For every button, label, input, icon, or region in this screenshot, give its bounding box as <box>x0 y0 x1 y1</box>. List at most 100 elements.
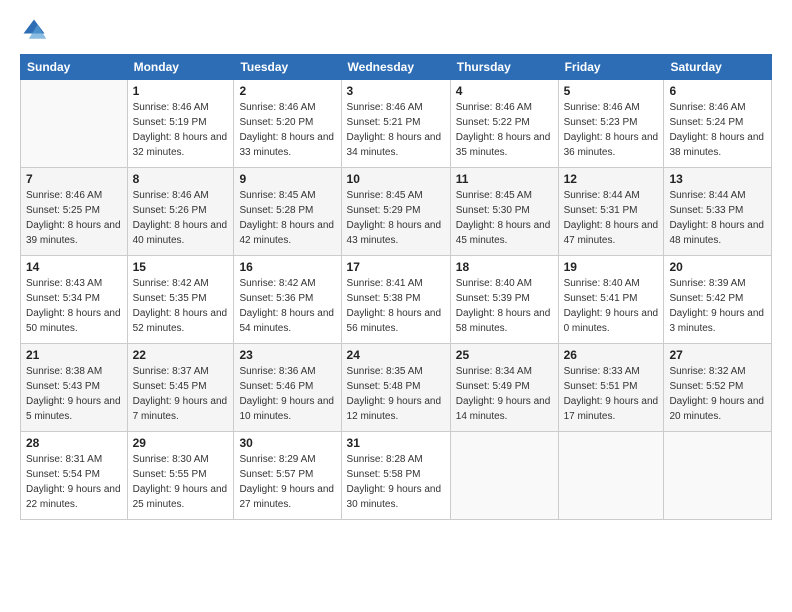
day-cell <box>558 432 664 520</box>
day-info: Sunrise: 8:40 AMSunset: 5:41 PMDaylight:… <box>564 276 659 336</box>
day-cell: 19 Sunrise: 8:40 AMSunset: 5:41 PMDayligh… <box>558 256 664 344</box>
day-info: Sunrise: 8:33 AMSunset: 5:51 PMDaylight:… <box>564 364 659 424</box>
day-number: 10 <box>347 172 445 186</box>
day-number: 8 <box>133 172 229 186</box>
header <box>20 16 772 44</box>
day-cell: 22 Sunrise: 8:37 AMSunset: 5:45 PMDayligh… <box>127 344 234 432</box>
day-number: 13 <box>669 172 766 186</box>
day-info: Sunrise: 8:30 AMSunset: 5:55 PMDaylight:… <box>133 452 229 512</box>
day-info: Sunrise: 8:38 AMSunset: 5:43 PMDaylight:… <box>26 364 122 424</box>
day-cell: 8 Sunrise: 8:46 AMSunset: 5:26 PMDaylight… <box>127 168 234 256</box>
day-info: Sunrise: 8:46 AMSunset: 5:26 PMDaylight:… <box>133 188 229 248</box>
day-number: 2 <box>239 84 335 98</box>
day-number: 31 <box>347 436 445 450</box>
day-cell: 2Sunrise: 8:46 AMSunset: 5:20 PMDaylight… <box>234 80 341 168</box>
day-cell: 11Sunrise: 8:45 AMSunset: 5:30 PMDayligh… <box>450 168 558 256</box>
day-cell: 17 Sunrise: 8:41 AMSunset: 5:38 PMDayligh… <box>341 256 450 344</box>
week-row-4: 21 Sunrise: 8:38 AMSunset: 5:43 PMDayligh… <box>21 344 772 432</box>
day-number: 27 <box>669 348 766 362</box>
day-cell: 21 Sunrise: 8:38 AMSunset: 5:43 PMDayligh… <box>21 344 128 432</box>
weekday-row: SundayMondayTuesdayWednesdayThursdayFrid… <box>21 55 772 80</box>
day-cell: 12 Sunrise: 8:44 AMSunset: 5:31 PMDayligh… <box>558 168 664 256</box>
day-cell <box>450 432 558 520</box>
day-number: 4 <box>456 84 553 98</box>
day-number: 6 <box>669 84 766 98</box>
weekday-header-monday: Monday <box>127 55 234 80</box>
week-row-1: 1 Sunrise: 8:46 AMSunset: 5:19 PMDaylight… <box>21 80 772 168</box>
weekday-header-thursday: Thursday <box>450 55 558 80</box>
day-info: Sunrise: 8:37 AMSunset: 5:45 PMDaylight:… <box>133 364 229 424</box>
day-cell: 6 Sunrise: 8:46 AMSunset: 5:24 PMDaylight… <box>664 80 772 168</box>
day-info: Sunrise: 8:32 AMSunset: 5:52 PMDaylight:… <box>669 364 766 424</box>
day-number: 19 <box>564 260 659 274</box>
day-cell: 3 Sunrise: 8:46 AMSunset: 5:21 PMDaylight… <box>341 80 450 168</box>
day-number: 5 <box>564 84 659 98</box>
day-info: Sunrise: 8:42 AMSunset: 5:36 PMDaylight:… <box>239 276 335 336</box>
day-number: 1 <box>133 84 229 98</box>
weekday-header-tuesday: Tuesday <box>234 55 341 80</box>
day-number: 12 <box>564 172 659 186</box>
day-info: Sunrise: 8:46 AMSunset: 5:23 PMDaylight:… <box>564 100 659 160</box>
day-cell: 1 Sunrise: 8:46 AMSunset: 5:19 PMDaylight… <box>127 80 234 168</box>
day-number: 21 <box>26 348 122 362</box>
day-cell: 30 Sunrise: 8:29 AMSunset: 5:57 PMDayligh… <box>234 432 341 520</box>
weekday-header-friday: Friday <box>558 55 664 80</box>
calendar: SundayMondayTuesdayWednesdayThursdayFrid… <box>20 54 772 520</box>
day-info: Sunrise: 8:41 AMSunset: 5:38 PMDaylight:… <box>347 276 445 336</box>
day-cell: 27 Sunrise: 8:32 AMSunset: 5:52 PMDayligh… <box>664 344 772 432</box>
day-info: Sunrise: 8:46 AMSunset: 5:21 PMDaylight:… <box>347 100 445 160</box>
day-cell: 10 Sunrise: 8:45 AMSunset: 5:29 PMDayligh… <box>341 168 450 256</box>
logo-icon <box>20 16 48 44</box>
day-info: Sunrise: 8:46 AMSunset: 5:24 PMDaylight:… <box>669 100 766 160</box>
day-info: Sunrise: 8:43 AMSunset: 5:34 PMDaylight:… <box>26 276 122 336</box>
day-cell <box>21 80 128 168</box>
day-info: Sunrise: 8:35 AMSunset: 5:48 PMDaylight:… <box>347 364 445 424</box>
day-cell: 4 Sunrise: 8:46 AMSunset: 5:22 PMDaylight… <box>450 80 558 168</box>
day-info: Sunrise: 8:46 AMSunset: 5:19 PMDaylight:… <box>133 100 229 160</box>
day-number: 7 <box>26 172 122 186</box>
day-info: Sunrise: 8:45 AMSunset: 5:29 PMDaylight:… <box>347 188 445 248</box>
day-number: 26 <box>564 348 659 362</box>
day-info: Sunrise: 8:28 AMSunset: 5:58 PMDaylight:… <box>347 452 445 512</box>
day-number: 29 <box>133 436 229 450</box>
day-info: Sunrise: 8:39 AMSunset: 5:42 PMDaylight:… <box>669 276 766 336</box>
day-number: 14 <box>26 260 122 274</box>
day-info: Sunrise: 8:45 AMSunset: 5:30 PMDaylight:… <box>456 188 553 248</box>
day-cell: 18Sunrise: 8:40 AMSunset: 5:39 PMDayligh… <box>450 256 558 344</box>
day-cell: 31 Sunrise: 8:28 AMSunset: 5:58 PMDayligh… <box>341 432 450 520</box>
day-number: 30 <box>239 436 335 450</box>
day-cell: 13Sunrise: 8:44 AMSunset: 5:33 PMDayligh… <box>664 168 772 256</box>
week-row-2: 7 Sunrise: 8:46 AMSunset: 5:25 PMDaylight… <box>21 168 772 256</box>
day-info: Sunrise: 8:46 AMSunset: 5:25 PMDaylight:… <box>26 188 122 248</box>
day-info: Sunrise: 8:42 AMSunset: 5:35 PMDaylight:… <box>133 276 229 336</box>
day-info: Sunrise: 8:36 AMSunset: 5:46 PMDaylight:… <box>239 364 335 424</box>
day-info: Sunrise: 8:45 AMSunset: 5:28 PMDaylight:… <box>239 188 335 248</box>
day-info: Sunrise: 8:34 AMSunset: 5:49 PMDaylight:… <box>456 364 553 424</box>
week-row-3: 14 Sunrise: 8:43 AMSunset: 5:34 PMDayligh… <box>21 256 772 344</box>
day-cell: 7 Sunrise: 8:46 AMSunset: 5:25 PMDaylight… <box>21 168 128 256</box>
day-info: Sunrise: 8:44 AMSunset: 5:31 PMDaylight:… <box>564 188 659 248</box>
day-cell: 24 Sunrise: 8:35 AMSunset: 5:48 PMDayligh… <box>341 344 450 432</box>
weekday-header-saturday: Saturday <box>664 55 772 80</box>
day-info: Sunrise: 8:31 AMSunset: 5:54 PMDaylight:… <box>26 452 122 512</box>
page: SundayMondayTuesdayWednesdayThursdayFrid… <box>0 0 792 612</box>
day-info: Sunrise: 8:29 AMSunset: 5:57 PMDaylight:… <box>239 452 335 512</box>
day-number: 9 <box>239 172 335 186</box>
day-cell: 25 Sunrise: 8:34 AMSunset: 5:49 PMDayligh… <box>450 344 558 432</box>
day-number: 17 <box>347 260 445 274</box>
day-info: Sunrise: 8:40 AMSunset: 5:39 PMDaylight:… <box>456 276 553 336</box>
day-cell: 26 Sunrise: 8:33 AMSunset: 5:51 PMDayligh… <box>558 344 664 432</box>
day-number: 25 <box>456 348 553 362</box>
day-info: Sunrise: 8:46 AMSunset: 5:22 PMDaylight:… <box>456 100 553 160</box>
day-number: 23 <box>239 348 335 362</box>
day-number: 22 <box>133 348 229 362</box>
day-cell: 5 Sunrise: 8:46 AMSunset: 5:23 PMDaylight… <box>558 80 664 168</box>
day-number: 20 <box>669 260 766 274</box>
day-cell: 9 Sunrise: 8:45 AMSunset: 5:28 PMDaylight… <box>234 168 341 256</box>
weekday-header-wednesday: Wednesday <box>341 55 450 80</box>
day-number: 24 <box>347 348 445 362</box>
day-number: 15 <box>133 260 229 274</box>
day-cell <box>664 432 772 520</box>
day-number: 3 <box>347 84 445 98</box>
logo <box>20 16 52 44</box>
